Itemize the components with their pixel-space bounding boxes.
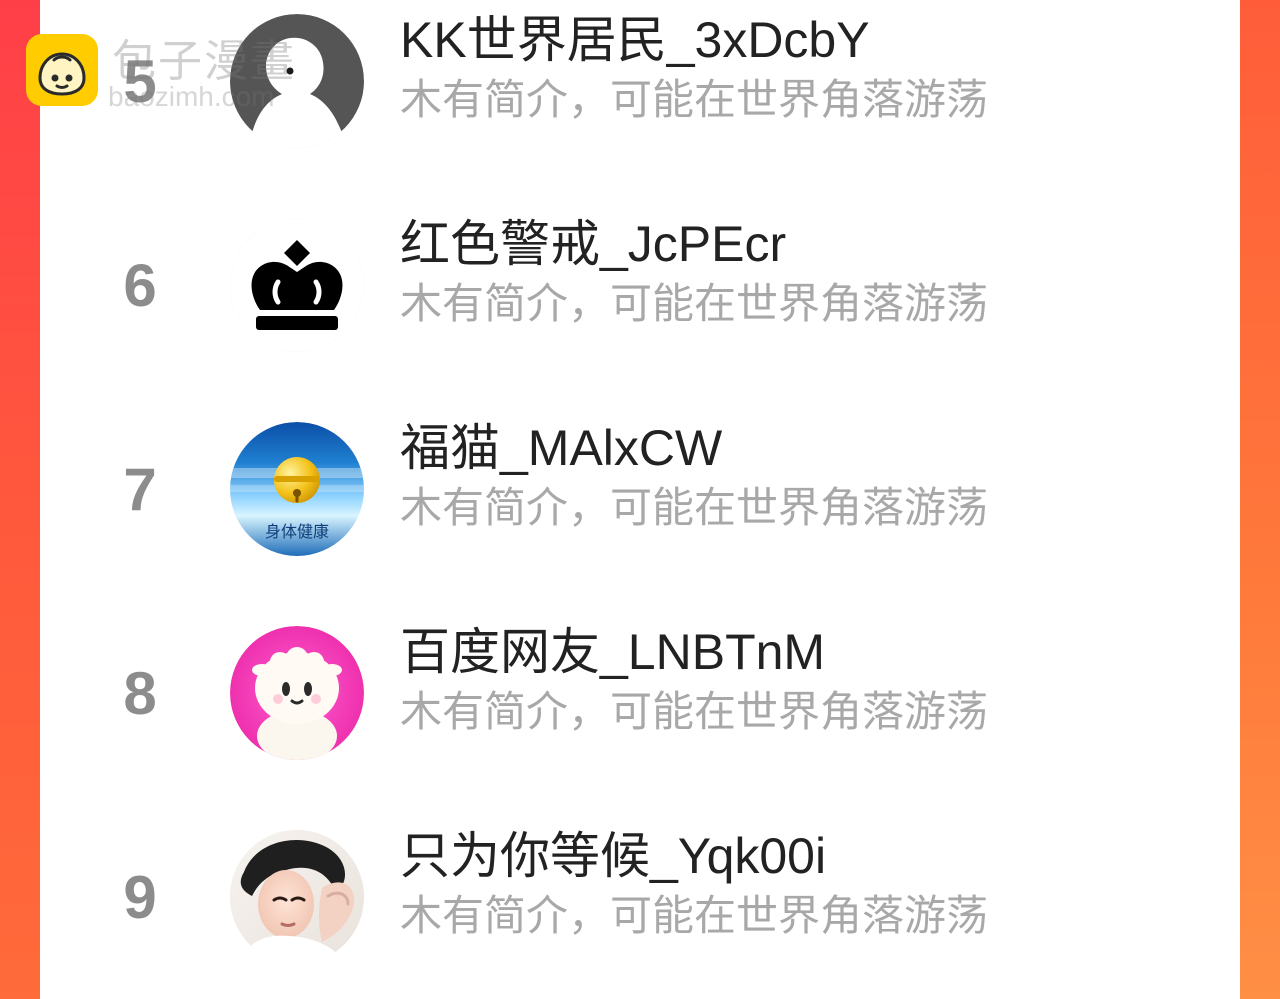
- watermark-title: 包子漫畫: [112, 37, 296, 86]
- list-item[interactable]: 7 身体健康 福猫_MAlxCW 木有简介，可能在世界角落游荡: [40, 414, 1240, 564]
- avatar-caption: 身体健康: [264, 524, 329, 541]
- rank-number: 8: [123, 660, 157, 727]
- user-bio: 木有简介，可能在世界角落游荡: [400, 76, 989, 123]
- user-name[interactable]: KK世界居民_3xDcbY: [400, 12, 870, 68]
- site-watermark: 包子漫畫 baozimh.com: [26, 34, 316, 118]
- right-gradient-border: [1240, 0, 1280, 999]
- baozi-logo-icon: [26, 34, 98, 106]
- rank-number: 7: [123, 456, 157, 523]
- list-item[interactable]: 8 百度网友_LNBTnM 木有简介，可能在世界角落游荡: [40, 618, 1240, 768]
- user-name[interactable]: 红色警戒_JcPEcr: [400, 216, 786, 272]
- rank-number: 9: [123, 864, 157, 931]
- user-bio: 木有简介，可能在世界角落游荡: [400, 280, 989, 327]
- plush-lamb-avatar-icon[interactable]: [230, 626, 364, 760]
- user-name[interactable]: 百度网友_LNBTnM: [400, 624, 825, 680]
- user-bio: 木有简介，可能在世界角落游荡: [400, 892, 989, 939]
- user-name[interactable]: 只为你等候_Yqk00i: [400, 828, 826, 884]
- bell-avatar-icon[interactable]: 身体健康: [230, 422, 364, 556]
- left-gradient-border: [0, 0, 40, 999]
- user-name[interactable]: 福猫_MAlxCW: [400, 420, 722, 476]
- ranking-list: 5 KK世界居民_3xDcbY 木有简介，可能在世界角落游荡 6 红色警戒_Jc…: [40, 0, 1240, 999]
- portrait-avatar-icon[interactable]: [230, 830, 364, 964]
- list-item[interactable]: 9 只为你等候_Yqk00i 木有简介，可能在世界角落游荡: [40, 822, 1240, 972]
- watermark-url: baozimh.com: [108, 81, 275, 112]
- rank-number: 6: [123, 252, 157, 319]
- ranking-panel: 5 KK世界居民_3xDcbY 木有简介，可能在世界角落游荡 6 红色警戒_Jc…: [40, 0, 1240, 999]
- user-bio: 木有简介，可能在世界角落游荡: [400, 688, 989, 735]
- user-bio: 木有简介，可能在世界角落游荡: [400, 484, 989, 531]
- list-item[interactable]: 6 红色警戒_JcPEcr 木有简介，可能在世界角落游荡: [40, 210, 1240, 360]
- crown-avatar-icon[interactable]: [230, 218, 364, 352]
